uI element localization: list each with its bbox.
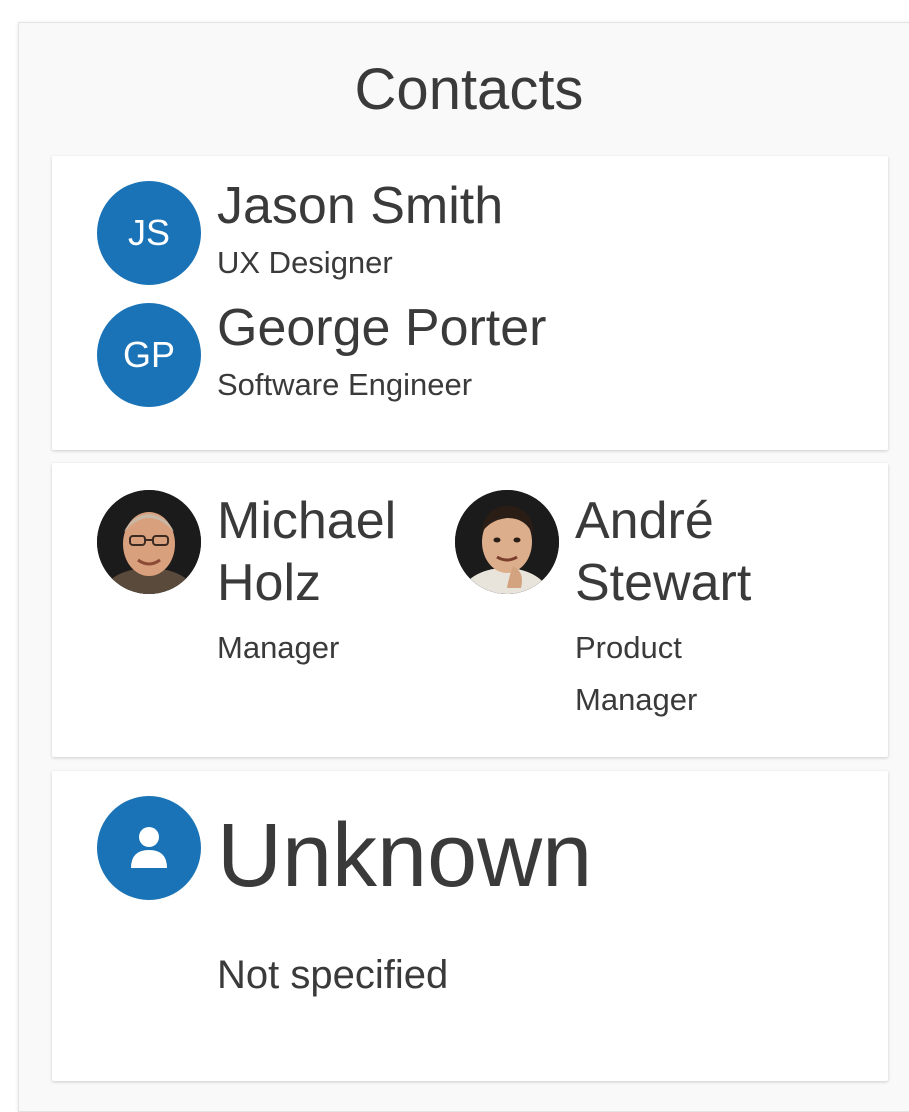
contact-item-jason-smith[interactable]: JS Jason Smith UX Designer <box>97 177 797 291</box>
contact-name: George Porter <box>217 299 547 357</box>
contact-role: Manager <box>217 630 340 665</box>
person-photo-icon <box>97 490 201 594</box>
contact-name: André Stewart <box>575 490 835 614</box>
avatar: JS <box>97 181 201 285</box>
avatar-initials: GP <box>122 334 175 375</box>
avatar: GP <box>97 303 201 407</box>
contact-item-unknown[interactable]: Unknown Not specified <box>97 796 857 1056</box>
contact-role: Product Manager <box>575 622 835 726</box>
panel-title: Contacts <box>354 57 584 122</box>
contact-name-line: Holz <box>217 554 322 612</box>
avatar-initials: JS <box>127 212 170 253</box>
contact-name-line: Stewart <box>575 554 752 612</box>
avatar-photo <box>97 490 201 594</box>
contact-role: Software Engineer <box>217 367 473 402</box>
contacts-panel: Contacts JS Jason Smith UX Designer GP G… <box>18 22 909 1112</box>
contact-item-andre-stewart[interactable]: André Stewart Product Manager <box>455 490 855 740</box>
contact-card: Unknown Not specified <box>52 771 888 1081</box>
contact-role: Not specified <box>217 953 449 997</box>
contact-role: UX Designer <box>217 245 393 280</box>
person-icon <box>131 827 167 868</box>
avatar <box>97 796 201 900</box>
contact-name: Jason Smith <box>217 177 504 235</box>
avatar-photo <box>455 490 559 594</box>
contact-role-line: Product <box>575 630 682 665</box>
contact-item-michael-holz[interactable]: Michael Holz Manager <box>97 490 437 740</box>
contact-name: Michael Holz <box>217 490 447 614</box>
contact-card: Michael Holz Manager André Stewart Produ… <box>52 463 888 757</box>
contact-item-george-porter[interactable]: GP George Porter Software Engineer <box>97 299 797 413</box>
contact-name-line: André <box>575 492 714 550</box>
contact-name: Unknown <box>217 806 593 906</box>
contact-name-line: Michael <box>217 492 397 550</box>
contact-role-line: Manager <box>575 682 698 717</box>
contact-card: JS Jason Smith UX Designer GP George Por… <box>52 156 888 450</box>
person-photo-icon <box>455 490 559 594</box>
